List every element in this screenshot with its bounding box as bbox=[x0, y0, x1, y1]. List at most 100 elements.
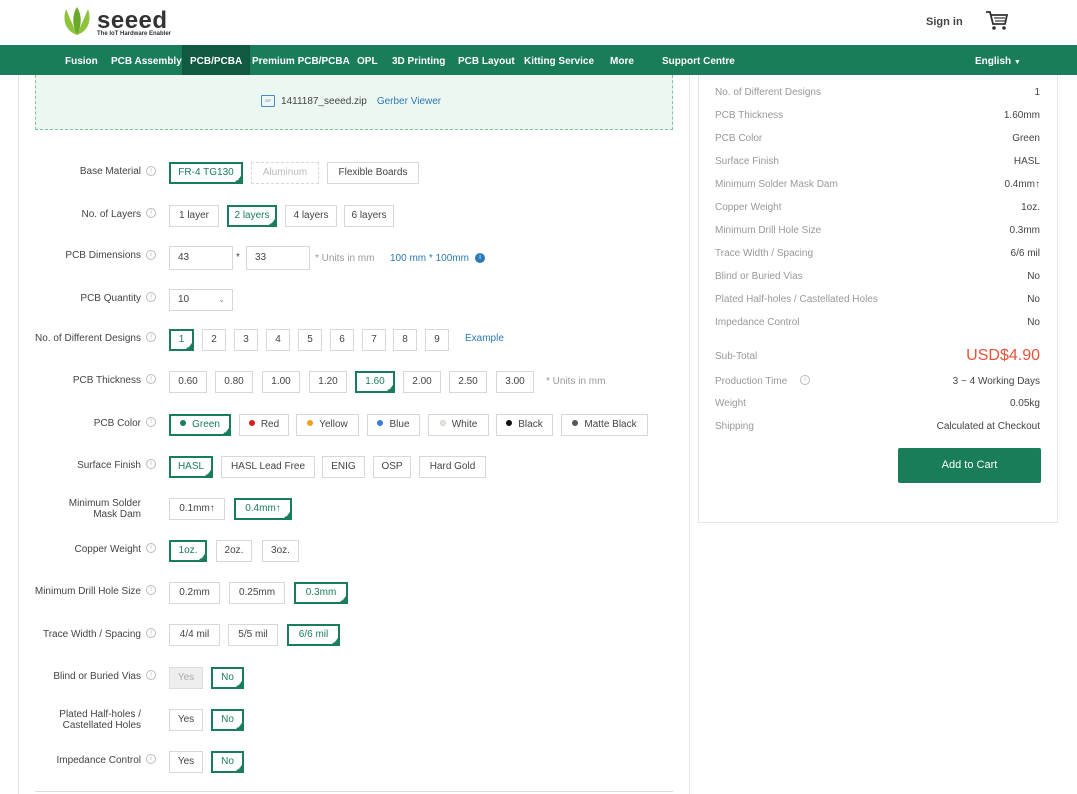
option-thickness-200[interactable]: 2.00 bbox=[403, 371, 441, 393]
info-icon[interactable]: i bbox=[146, 585, 156, 595]
gerber-viewer-link[interactable]: Gerber Viewer bbox=[377, 96, 441, 107]
option-thickness-120[interactable]: 1.20 bbox=[309, 371, 347, 393]
option-color-red[interactable]: Red bbox=[239, 414, 289, 436]
info-icon[interactable]: i bbox=[800, 375, 810, 385]
option-6-layers[interactable]: 6 layers bbox=[344, 205, 394, 227]
option-drill-03[interactable]: 0.3mm bbox=[294, 582, 348, 604]
option-copper-3oz[interactable]: 3oz. bbox=[262, 540, 299, 562]
option-thickness-300[interactable]: 3.00 bbox=[496, 371, 534, 393]
option-color-yellow[interactable]: Yellow bbox=[296, 414, 359, 436]
option-trace-55[interactable]: 5/5 mil bbox=[228, 624, 278, 646]
option-trace-66[interactable]: 6/6 mil bbox=[287, 624, 340, 646]
option-designs-1[interactable]: 1 bbox=[169, 329, 194, 351]
info-icon[interactable]: i bbox=[146, 459, 156, 469]
option-hasl[interactable]: HASL bbox=[169, 456, 213, 478]
option-designs-3[interactable]: 3 bbox=[234, 329, 258, 351]
info-icon[interactable]: i bbox=[146, 208, 156, 218]
option-copper-1oz[interactable]: 1oz. bbox=[169, 540, 207, 562]
info-icon[interactable]: i bbox=[146, 670, 156, 680]
option-color-matte-black[interactable]: Matte Black bbox=[561, 414, 648, 436]
nav-more[interactable]: More bbox=[610, 45, 634, 75]
upload-area[interactable]: ZIP 1411187_seeed.zip Gerber Viewer bbox=[35, 75, 673, 130]
option-mask-01[interactable]: 0.1mm↑ bbox=[169, 498, 225, 520]
info-icon[interactable]: i bbox=[146, 374, 156, 384]
info-icon[interactable]: i bbox=[146, 628, 156, 638]
info-icon[interactable]: i bbox=[146, 292, 156, 302]
width-input[interactable]: 43 bbox=[169, 246, 233, 270]
option-2-layers[interactable]: 2 layers bbox=[227, 205, 277, 227]
cart-icon[interactable] bbox=[985, 10, 1009, 32]
quantity-select[interactable]: 10 ⌄ bbox=[169, 289, 233, 311]
example-link[interactable]: Example bbox=[465, 333, 504, 344]
option-hasl-lead-free[interactable]: HASL Lead Free bbox=[221, 456, 315, 478]
drill-label: Minimum Drill Hole Size bbox=[34, 586, 141, 597]
option-copper-2oz[interactable]: 2oz. bbox=[216, 540, 252, 562]
option-trace-44[interactable]: 4/4 mil bbox=[169, 624, 220, 646]
summary-value: 1 bbox=[1034, 87, 1040, 98]
option-1-layer[interactable]: 1 layer bbox=[169, 205, 219, 227]
option-vias-no[interactable]: No bbox=[211, 667, 244, 689]
summary-value: No bbox=[1027, 294, 1040, 305]
thickness-label: PCB Thickness bbox=[72, 375, 141, 386]
nav-support-centre[interactable]: Support Centre bbox=[662, 45, 735, 75]
nav-kitting-service[interactable]: Kitting Service bbox=[524, 45, 594, 75]
option-impedance-yes[interactable]: Yes bbox=[169, 751, 203, 773]
option-hard-gold[interactable]: Hard Gold bbox=[419, 456, 486, 478]
designs-label: No. of Different Designs bbox=[35, 333, 141, 344]
units-hint: * Units in mm bbox=[315, 253, 375, 264]
option-flexible[interactable]: Flexible Boards bbox=[327, 162, 419, 184]
option-osp[interactable]: OSP bbox=[373, 456, 411, 478]
option-designs-8[interactable]: 8 bbox=[393, 329, 417, 351]
option-color-white[interactable]: White bbox=[428, 414, 489, 436]
option-halfholes-no[interactable]: No bbox=[211, 709, 244, 731]
color-swatch bbox=[180, 420, 187, 426]
option-designs-5[interactable]: 5 bbox=[298, 329, 322, 351]
option-designs-4[interactable]: 4 bbox=[266, 329, 290, 351]
option-drill-025[interactable]: 0.25mm bbox=[229, 582, 285, 604]
leaf-logo-icon bbox=[64, 7, 90, 35]
option-color-blue[interactable]: Blue bbox=[367, 414, 420, 436]
option-thickness-250[interactable]: 2.50 bbox=[449, 371, 487, 393]
add-to-cart-button[interactable]: Add to Cart bbox=[898, 448, 1041, 483]
option-color-green[interactable]: Green bbox=[169, 414, 231, 436]
option-designs-2[interactable]: 2 bbox=[202, 329, 226, 351]
sign-in-link[interactable]: Sign in bbox=[926, 16, 963, 28]
base-material-label: Base Material bbox=[79, 166, 141, 177]
info-icon[interactable]: i bbox=[146, 250, 156, 260]
color-swatch bbox=[439, 420, 446, 426]
nav-fusion[interactable]: Fusion bbox=[65, 45, 98, 75]
nav-pcb-pcba[interactable]: PCB/PCBA bbox=[182, 45, 251, 75]
option-impedance-no[interactable]: No bbox=[211, 751, 244, 773]
option-color-label: Matte Black bbox=[584, 419, 637, 430]
info-icon[interactable]: i bbox=[146, 166, 156, 176]
language-select[interactable]: English ▼ bbox=[975, 45, 1021, 75]
option-designs-6[interactable]: 6 bbox=[330, 329, 354, 351]
option-drill-02[interactable]: 0.2mm bbox=[169, 582, 220, 604]
nav-3d-printing[interactable]: 3D Printing bbox=[392, 45, 445, 75]
option-designs-7[interactable]: 7 bbox=[362, 329, 386, 351]
nav-pcb-assembly[interactable]: PCB Assembly bbox=[111, 45, 182, 75]
option-designs-9[interactable]: 9 bbox=[425, 329, 449, 351]
color-swatch bbox=[377, 420, 384, 426]
info-icon[interactable]: i bbox=[475, 253, 485, 263]
info-icon[interactable]: i bbox=[146, 332, 156, 342]
option-color-black[interactable]: Black bbox=[496, 414, 553, 436]
option-thickness-160[interactable]: 1.60 bbox=[355, 371, 395, 393]
size-limit-link[interactable]: 100 mm * 100mm bbox=[390, 253, 469, 264]
option-fr4[interactable]: FR-4 TG130 bbox=[169, 162, 243, 184]
height-input[interactable]: 33 bbox=[246, 246, 310, 270]
option-thickness-060[interactable]: 0.60 bbox=[169, 371, 207, 393]
option-thickness-100[interactable]: 1.00 bbox=[262, 371, 300, 393]
seeed-logo[interactable]: seeed The IoT Hardware Enabler bbox=[60, 5, 190, 39]
info-icon[interactable]: i bbox=[146, 543, 156, 553]
info-icon[interactable]: i bbox=[146, 417, 156, 427]
option-enig[interactable]: ENIG bbox=[322, 456, 365, 478]
nav-premium-pcb[interactable]: Premium PCB/PCBA bbox=[252, 45, 350, 75]
nav-opl[interactable]: OPL bbox=[357, 45, 378, 75]
nav-pcb-layout[interactable]: PCB Layout bbox=[458, 45, 515, 75]
info-icon[interactable]: i bbox=[146, 754, 156, 764]
option-thickness-080[interactable]: 0.80 bbox=[215, 371, 253, 393]
option-mask-04[interactable]: 0.4mm↑ bbox=[234, 498, 292, 520]
option-4-layers[interactable]: 4 layers bbox=[285, 205, 337, 227]
option-halfholes-yes[interactable]: Yes bbox=[169, 709, 203, 731]
